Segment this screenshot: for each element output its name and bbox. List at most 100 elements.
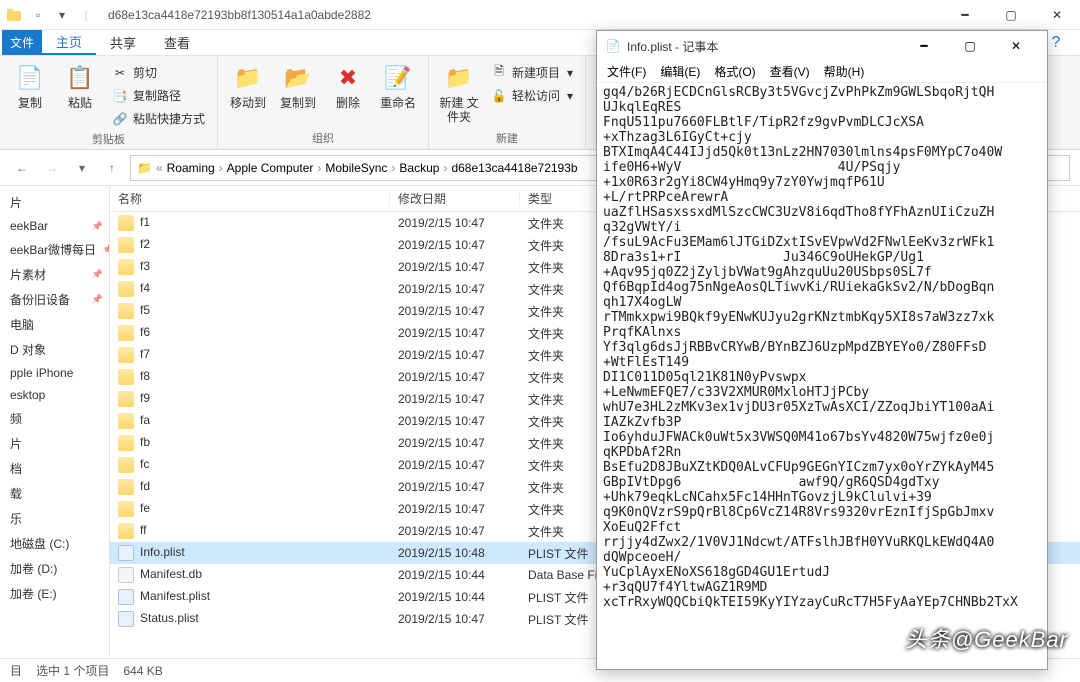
notepad-titlebar[interactable]: 📄 Info.plist - 记事本 ━ ▢ ✕ (597, 31, 1047, 61)
file-date: 2019/2/15 10:48 (390, 546, 520, 560)
move-to-button[interactable]: 📁移动到 (226, 60, 270, 110)
file-name: f4 (140, 281, 150, 295)
watermark: 头条@GeekBar (905, 622, 1068, 654)
file-date: 2019/2/15 10:47 (390, 260, 520, 274)
nav-item[interactable]: 载 (0, 481, 109, 506)
folder-icon (118, 215, 134, 231)
crumb[interactable]: Apple Computer (227, 161, 314, 175)
nav-item[interactable]: 片素材 (0, 262, 109, 287)
file-name: ff (140, 523, 146, 537)
file-name: f7 (140, 347, 150, 361)
nav-back-button[interactable]: ← (10, 156, 34, 180)
folder-icon (118, 281, 134, 297)
np-maximize-button[interactable]: ▢ (947, 31, 993, 61)
file-name: fc (140, 457, 149, 471)
file-name: Manifest.plist (140, 589, 210, 603)
nav-item[interactable]: 加卷 (E:) (0, 581, 109, 606)
file-date: 2019/2/15 10:47 (390, 282, 520, 296)
tab-share[interactable]: 共享 (96, 30, 150, 55)
tab-view[interactable]: 查看 (150, 30, 204, 55)
close-button[interactable]: ✕ (1034, 0, 1080, 30)
chevron-right-icon: › (391, 161, 395, 175)
plist-icon (118, 589, 134, 605)
minimize-button[interactable]: ━ (942, 0, 988, 30)
divider: | (78, 7, 94, 23)
column-name[interactable]: 名称 (110, 190, 390, 207)
np-menu-help[interactable]: 帮助(H) (818, 61, 871, 82)
folder-icon (118, 303, 134, 319)
np-minimize-button[interactable]: ━ (901, 31, 947, 61)
nav-item[interactable]: 备份旧设备 (0, 287, 109, 312)
nav-item[interactable]: 片 (0, 431, 109, 456)
file-date: 2019/2/15 10:44 (390, 590, 520, 604)
folder-icon (118, 347, 134, 363)
newitem-icon: 🗎 (491, 65, 507, 81)
file-name: fe (140, 501, 150, 515)
nav-item[interactable]: 频 (0, 406, 109, 431)
chevron-right-icon: › (443, 161, 447, 175)
nav-item[interactable]: eekBar微博每日 (0, 237, 109, 262)
nav-item[interactable]: D 对象 (0, 337, 109, 362)
copy-button[interactable]: 📄复制 (8, 60, 52, 110)
nav-item[interactable]: esktop (0, 384, 109, 406)
nav-item[interactable]: 乐 (0, 506, 109, 531)
np-menu-edit[interactable]: 编辑(E) (654, 61, 706, 82)
folder-icon (118, 391, 134, 407)
file-name: f9 (140, 391, 150, 405)
plist-icon (118, 611, 134, 627)
new-item-button[interactable]: 🗎新建项目▾ (487, 62, 577, 83)
nav-item[interactable]: eekBar (0, 215, 109, 237)
file-date: 2019/2/15 10:47 (390, 436, 520, 450)
file-date: 2019/2/15 10:47 (390, 348, 520, 362)
nav-item[interactable]: 片 (0, 190, 109, 215)
newfolder-icon: 📁 (443, 62, 475, 94)
np-menu-format[interactable]: 格式(O) (708, 61, 761, 82)
rename-button[interactable]: 📝重命名 (376, 60, 420, 110)
nav-item[interactable]: 档 (0, 456, 109, 481)
maximize-button[interactable]: ▢ (988, 0, 1034, 30)
folder-icon (118, 435, 134, 451)
easyaccess-icon: 🔓 (491, 88, 507, 104)
nav-item[interactable]: 电脑 (0, 312, 109, 337)
notepad-window: 📄 Info.plist - 记事本 ━ ▢ ✕ 文件(F) 编辑(E) 格式(… (596, 30, 1048, 670)
properties-icon[interactable]: ▫ (30, 7, 46, 23)
folder-icon (118, 501, 134, 517)
crumb[interactable]: MobileSync (325, 161, 387, 175)
folder-icon (118, 369, 134, 385)
folder-icon (118, 237, 134, 253)
tab-home[interactable]: 主页 (42, 30, 96, 55)
notepad-icon: 📄 (605, 38, 621, 54)
nav-item[interactable]: 地磁盘 (C:) (0, 531, 109, 556)
np-menu-file[interactable]: 文件(F) (601, 61, 652, 82)
nav-item[interactable]: pple iPhone (0, 362, 109, 384)
crumb[interactable]: Backup (399, 161, 439, 175)
easy-access-button[interactable]: 🔓轻松访问▾ (487, 85, 577, 106)
column-date[interactable]: 修改日期 (390, 190, 520, 207)
nav-recent-button[interactable]: ▾ (70, 156, 94, 180)
file-date: 2019/2/15 10:47 (390, 238, 520, 252)
np-menu-view[interactable]: 查看(V) (764, 61, 816, 82)
crumb[interactable]: Roaming (167, 161, 215, 175)
nav-up-button[interactable]: ↑ (100, 156, 124, 180)
folder-icon (118, 457, 134, 473)
np-close-button[interactable]: ✕ (993, 31, 1039, 61)
tab-file[interactable]: 文件 (2, 30, 42, 55)
group-new-label: 新建 (437, 128, 577, 149)
copy-to-button[interactable]: 📂复制到 (276, 60, 320, 110)
notepad-body[interactable]: gq4/b26RjECDCnGlsRCBy3t5VGvcjZvPhPkZm9GW… (597, 83, 1047, 669)
paste-button[interactable]: 📋粘贴 (58, 60, 102, 110)
copy-path-button[interactable]: 📑复制路径 (108, 85, 209, 106)
nav-forward-button[interactable]: → (40, 156, 64, 180)
delete-button[interactable]: ✖删除 (326, 60, 370, 110)
folder-icon: 📁 (137, 161, 152, 175)
paste-icon: 📋 (64, 62, 96, 94)
crumb[interactable]: d68e13ca4418e72193b (451, 161, 577, 175)
navigation-pane[interactable]: 片eekBareekBar微博每日片素材备份旧设备电脑D 对象pple iPho… (0, 186, 110, 656)
new-folder-button[interactable]: 📁新建 文件夹 (437, 60, 481, 125)
nav-item[interactable]: 加卷 (D:) (0, 556, 109, 581)
paste-shortcut-button[interactable]: 🔗粘贴快捷方式 (108, 108, 209, 129)
cut-button[interactable]: ✂剪切 (108, 62, 209, 83)
chevron-down-icon[interactable]: ▾ (54, 7, 70, 23)
status-size: 644 KB (123, 664, 162, 678)
file-name: f6 (140, 325, 150, 339)
